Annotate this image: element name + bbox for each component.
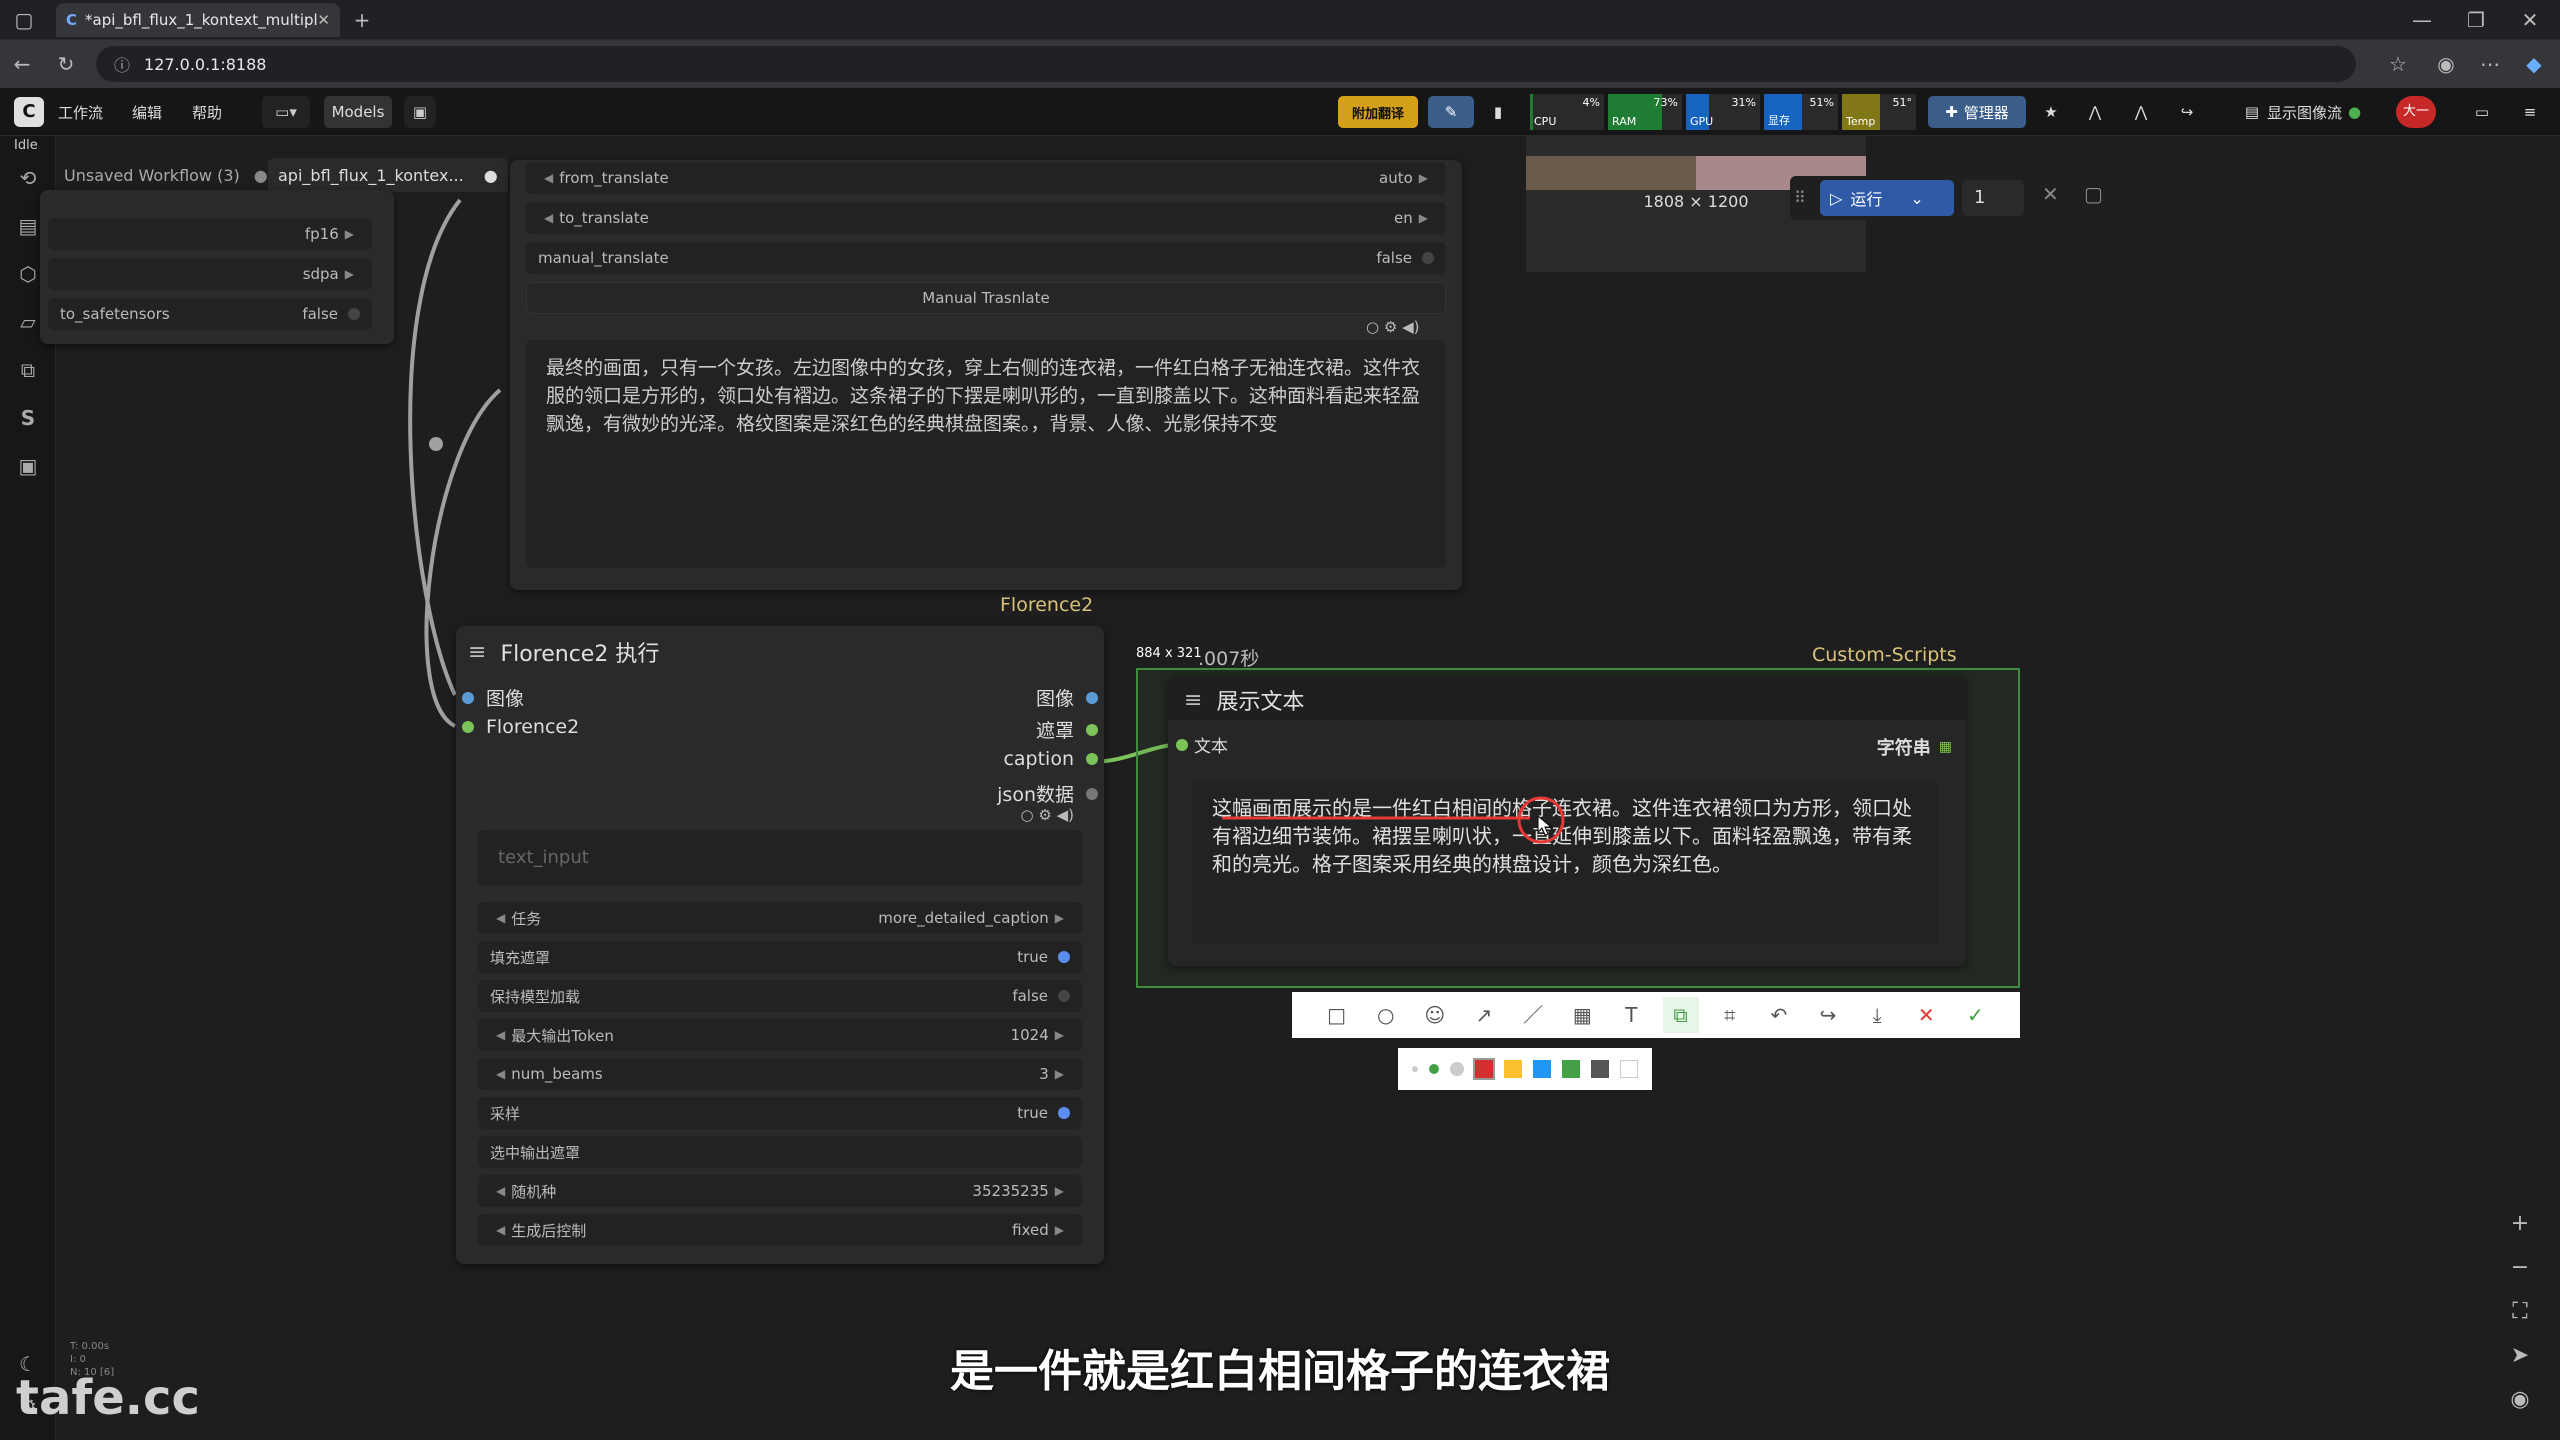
color-swatch[interactable]	[1472, 1058, 1495, 1080]
undo-icon[interactable]: ↶	[1761, 997, 1797, 1033]
color-swatch[interactable]	[1591, 1060, 1610, 1078]
screenshot-draw-toolbar: □ ○ ☺ ↗ ／ ▦ T ⧉ ⌗ ↶ ↪ ⤓ ✕ ✓	[1292, 992, 2020, 1038]
mosaic-icon[interactable]: ▦	[1564, 997, 1600, 1033]
rectangle-icon[interactable]: □	[1319, 997, 1355, 1033]
fit-view-icon[interactable]: ⛶	[2502, 1294, 2538, 1330]
zoom-out-icon[interactable]: −	[2502, 1250, 2538, 1286]
close-icon[interactable]: ✕	[1908, 997, 1944, 1033]
copy-icon[interactable]: ⧉	[1662, 997, 1699, 1033]
color-picker-bar	[1398, 1048, 1652, 1090]
circle-icon[interactable]: ○	[1368, 997, 1404, 1033]
color-swatch[interactable]	[1503, 1060, 1522, 1078]
video-subtitle: 是一件就是红白相间格子的连衣裙	[950, 1346, 1610, 1397]
size-large-icon[interactable]	[1449, 1062, 1464, 1076]
arrow-icon[interactable]: ↗	[1466, 997, 1502, 1033]
size-medium-icon[interactable]	[1428, 1064, 1439, 1074]
color-swatch[interactable]	[1533, 1060, 1552, 1078]
text-icon[interactable]: T	[1613, 997, 1649, 1033]
color-swatch[interactable]	[1620, 1060, 1639, 1078]
zoom-in-icon[interactable]: +	[2502, 1206, 2538, 1242]
share-icon[interactable]: ↪	[1810, 997, 1846, 1033]
size-small-icon[interactable]	[1411, 1066, 1418, 1072]
scan-icon[interactable]: ⌗	[1712, 997, 1748, 1033]
confirm-icon[interactable]: ✓	[1957, 997, 1993, 1033]
mouse-cursor-icon	[1537, 814, 1553, 836]
pen-icon[interactable]: ／	[1515, 997, 1551, 1033]
color-swatch[interactable]	[1562, 1060, 1581, 1078]
annotation-layer	[1222, 796, 1565, 844]
watermark-logo: tafe.cc	[16, 1370, 200, 1426]
emoji-icon[interactable]: ☺	[1417, 997, 1453, 1033]
save-icon[interactable]: ⤓	[1859, 997, 1895, 1033]
